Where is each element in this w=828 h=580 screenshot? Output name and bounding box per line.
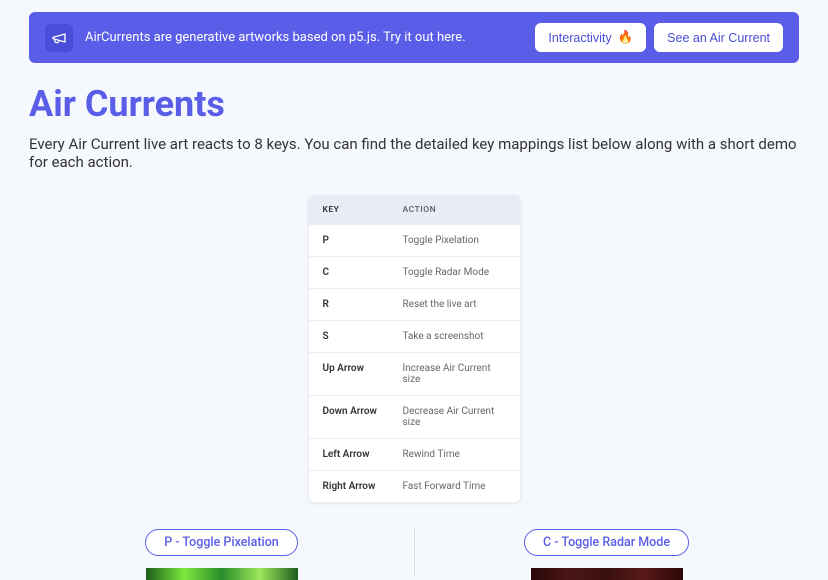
key-cell: Right Arrow <box>323 481 403 492</box>
demo-pill-pixelation: P - Toggle Pixelation <box>145 529 298 556</box>
divider <box>414 529 415 577</box>
action-cell: Increase Air Current size <box>403 363 506 385</box>
interactivity-label: Interactivity <box>548 31 611 45</box>
megaphone-icon-box <box>45 24 73 52</box>
action-cell: Reset the live art <box>403 299 506 310</box>
page-subtitle: Every Air Current live art reacts to 8 k… <box>29 135 799 171</box>
page-title: Air Currents <box>29 83 799 125</box>
table-row: C Toggle Radar Mode <box>309 256 520 288</box>
table-row: Up Arrow Increase Air Current size <box>309 352 520 395</box>
action-cell: Toggle Radar Mode <box>403 267 506 278</box>
table-header: KEY ACTION <box>309 196 520 224</box>
main-content: Air Currents Every Air Current live art … <box>0 63 828 503</box>
key-cell: S <box>323 331 403 342</box>
demos-section: P - Toggle Pixelation C - Toggle Radar M… <box>0 529 828 580</box>
table-row: R Reset the live art <box>309 288 520 320</box>
action-cell: Rewind Time <box>403 449 506 460</box>
see-air-current-button[interactable]: See an Air Current <box>654 23 783 52</box>
banner-buttons: Interactivity 🔥 See an Air Current <box>535 23 783 52</box>
table-wrapper: KEY ACTION P Toggle Pixelation C Toggle … <box>29 195 799 503</box>
table-row: P Toggle Pixelation <box>309 224 520 256</box>
key-cell: Left Arrow <box>323 449 403 460</box>
action-cell: Toggle Pixelation <box>403 235 506 246</box>
demo-image-pixelation <box>146 568 298 580</box>
demo-image-radar <box>531 568 683 580</box>
action-cell: Fast Forward Time <box>403 481 506 492</box>
demo-column-left: P - Toggle Pixelation <box>29 529 414 580</box>
demo-column-right: C - Toggle Radar Mode <box>414 529 799 580</box>
header-action: ACTION <box>403 205 506 215</box>
table-row: Down Arrow Decrease Air Current size <box>309 395 520 438</box>
table-row: Right Arrow Fast Forward Time <box>309 470 520 502</box>
fire-icon: 🔥 <box>618 30 634 45</box>
interactivity-button[interactable]: Interactivity 🔥 <box>535 23 646 52</box>
key-mappings-table: KEY ACTION P Toggle Pixelation C Toggle … <box>308 195 521 503</box>
announcement-banner: AirCurrents are generative artworks base… <box>29 12 799 63</box>
banner-text: AirCurrents are generative artworks base… <box>85 30 466 45</box>
key-cell: Down Arrow <box>323 406 403 428</box>
header-key: KEY <box>323 205 403 215</box>
table-row: S Take a screenshot <box>309 320 520 352</box>
key-cell: Up Arrow <box>323 363 403 385</box>
key-cell: C <box>323 267 403 278</box>
action-cell: Decrease Air Current size <box>403 406 506 428</box>
action-cell: Take a screenshot <box>403 331 506 342</box>
megaphone-icon <box>51 30 67 46</box>
table-row: Left Arrow Rewind Time <box>309 438 520 470</box>
key-cell: P <box>323 235 403 246</box>
demo-pill-radar: C - Toggle Radar Mode <box>524 529 689 556</box>
banner-left: AirCurrents are generative artworks base… <box>45 24 466 52</box>
key-cell: R <box>323 299 403 310</box>
